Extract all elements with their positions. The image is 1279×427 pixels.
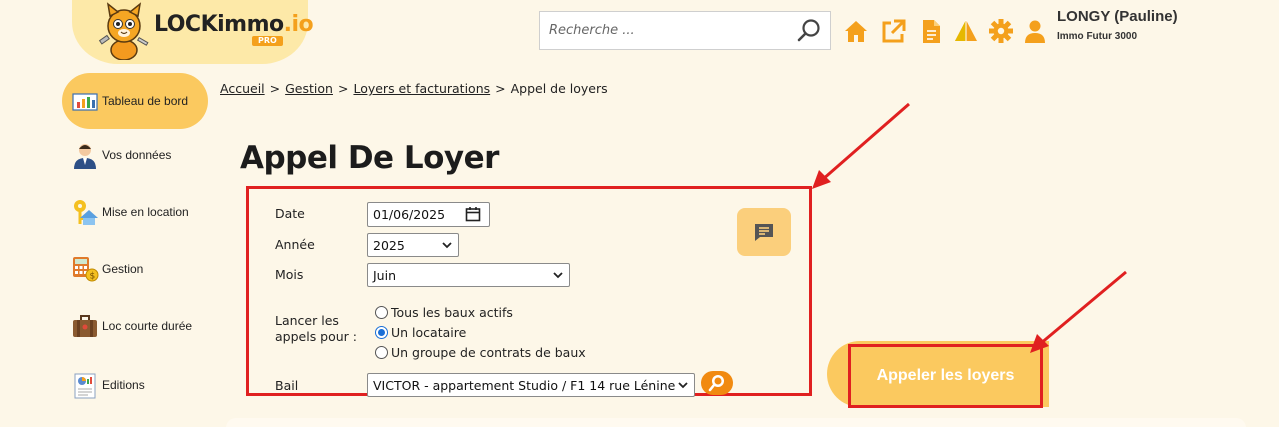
pro-badge: PRO [252,36,283,46]
search-icon [708,375,724,392]
comment-icon [755,224,773,241]
sidebar-item-editions[interactable]: Editions [62,357,208,413]
radio-label: Tous les baux actifs [391,305,513,320]
radio-button[interactable] [375,306,388,319]
breadcrumb: Accueil > Gestion > Loyers et facturations > A… [220,81,608,96]
user-name: LONGY (Pauline) [1057,8,1178,25]
bail-label: Bail [275,378,299,393]
svg-text:$: $ [90,272,96,282]
radio-button-checked[interactable] [375,326,388,339]
user-agency: Immo Futur 3000 [1057,31,1138,42]
breadcrumb-link-gestion[interactable]: Gestion [285,81,333,96]
sidebar-item-label: Mise en location [102,205,189,219]
annee-value: 2025 [373,237,405,253]
key-house-icon [74,200,98,225]
sidebar-item-mise-en-location[interactable]: Mise en location [62,184,208,240]
breadcrumb-separator: > [495,81,506,96]
lancer-label-line-1: Lancer les [275,313,339,328]
bail-search-button[interactable] [701,371,733,395]
mois-select[interactable]: Juin [367,263,570,287]
rent-call-form: Date 01/06/2025 Année 2025 Mois Juin Lan… [246,186,812,397]
cat-mascot-icon [98,2,149,60]
sidebar-item-label: Editions [102,378,145,392]
home-icon[interactable] [843,17,869,45]
sidebar-item-gestion[interactable]: $ Gestion [62,241,208,297]
user-account-icon[interactable] [1022,17,1048,45]
calendar-icon[interactable] [465,206,481,222]
appeler-loyers-button[interactable]: Appeler les loyers [848,344,1043,408]
search-input[interactable] [540,12,790,49]
user-person-icon [74,144,96,169]
sidebar-item-dashboard[interactable]: Tableau de bord [62,73,208,129]
search-icon[interactable] [796,18,822,44]
brand-name: LOCKimmo.io [154,12,314,37]
lancer-label: Lancer les appels pour : [275,313,357,345]
date-value: 01/06/2025 [373,207,446,222]
mois-label: Mois [275,267,304,282]
date-label: Date [275,206,305,221]
sidebar-item-label: Tableau de bord [102,94,189,108]
annee-label: Année [275,237,315,252]
sidebar-item-label: Loc courte durée [102,319,193,333]
radio-tous-baux[interactable]: Tous les baux actifs [375,305,513,320]
radio-un-locataire[interactable]: Un locataire [375,325,466,340]
document-icon[interactable] [918,17,944,45]
logo[interactable]: LOCKimmo.io PRO [72,0,314,64]
external-link-icon[interactable] [880,17,906,45]
page-title: Appel De Loyer [240,140,499,176]
breadcrumb-separator: > [337,81,349,96]
settings-gear-icon[interactable] [988,17,1014,45]
content-panel [226,418,1246,427]
radio-label: Un groupe de contrats de baux [391,345,586,360]
bail-select[interactable]: VICTOR - appartement Studio / F1 14 rue … [367,373,695,397]
breadcrumb-separator: > [269,81,281,96]
breadcrumb-link-accueil[interactable]: Accueil [220,81,265,96]
sidebar-item-vos-donnees[interactable]: Vos données [62,127,208,183]
chevron-down-icon [553,272,563,279]
annee-select[interactable]: 2025 [367,233,459,257]
report-chart-icon [74,373,96,399]
radio-groupe-contrats[interactable]: Un groupe de contrats de baux [375,345,586,360]
sidebar-item-label: Gestion [102,262,144,276]
lancer-label-line-2: appels pour : [275,329,358,344]
mois-value: Juin [373,267,397,283]
dashboard-icon [72,93,98,111]
bail-value: VICTOR - appartement Studio / F1 14 rue … [373,377,676,393]
sidebar-item-label: Vos données [102,148,172,162]
sidebar-item-loc-courte-duree[interactable]: Loc courte durée [62,298,208,354]
triangle-logo-icon[interactable] [953,17,979,45]
breadcrumb-current: Appel de loyers [510,81,608,96]
suitcase-icon [73,315,97,337]
chevron-down-icon [442,242,452,249]
chevron-down-icon [678,382,688,389]
comment-button[interactable] [737,208,791,256]
breadcrumb-link-loyers[interactable]: Loyers et facturations [353,81,490,96]
date-field[interactable]: 01/06/2025 [367,202,490,227]
radio-button[interactable] [375,346,388,359]
radio-label: Un locataire [391,325,467,340]
arrow-to-form [812,102,910,189]
search-box [539,11,831,50]
calculator-money-icon: $ [73,257,99,282]
